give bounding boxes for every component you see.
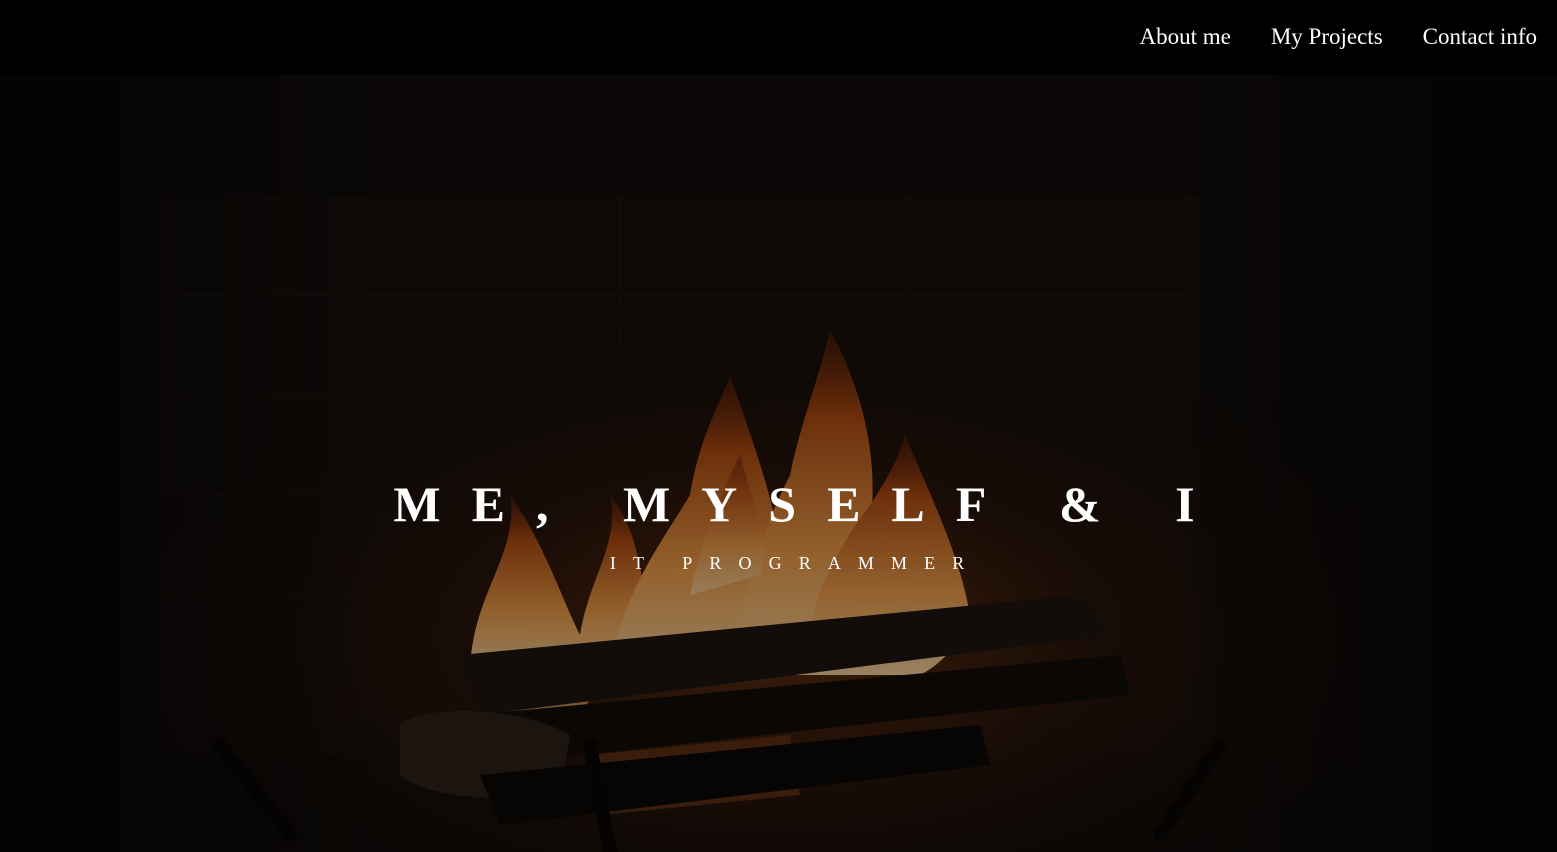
hero-section: ME, MYSELF & I IT PROGRAMMER <box>0 75 1557 852</box>
hero-title: ME, MYSELF & I <box>393 476 1226 532</box>
top-navbar: About me My Projects Contact info <box>0 0 1557 75</box>
nav-menu: About me My Projects Contact info <box>1139 0 1537 75</box>
nav-link-my-projects[interactable]: My Projects <box>1271 25 1383 50</box>
hero-subtitle: IT PROGRAMMER <box>609 553 982 573</box>
nav-link-contact-info[interactable]: Contact info <box>1423 25 1537 50</box>
nav-link-about-me[interactable]: About me <box>1139 25 1230 50</box>
fireplace-background-image <box>0 75 1557 852</box>
